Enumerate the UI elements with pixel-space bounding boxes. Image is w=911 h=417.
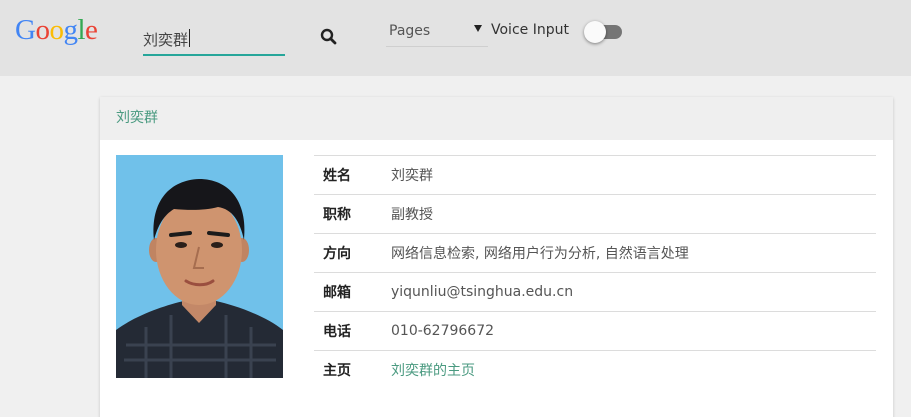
info-key: 电话 <box>323 324 351 340</box>
voice-input-label: Voice Input <box>491 22 569 38</box>
info-row-name: 姓名 刘奕群 <box>314 155 876 194</box>
logo-letter: o <box>35 14 50 46</box>
info-key: 姓名 <box>323 168 351 184</box>
logo-letter: e <box>85 14 98 46</box>
logo-letter: g <box>63 14 78 46</box>
pages-select[interactable]: Pages <box>386 17 488 47</box>
voice-input-toggle[interactable] <box>584 21 622 43</box>
info-value: 副教授 <box>391 207 433 223</box>
info-key: 邮箱 <box>323 285 351 301</box>
info-row-title: 职称 副教授 <box>314 194 876 233</box>
info-value: yiqunliu@tsinghua.edu.cn <box>391 284 574 300</box>
card-title: 刘奕群 <box>100 97 893 140</box>
text-caret <box>189 29 190 47</box>
logo-letter: o <box>49 14 64 46</box>
info-value: 刘奕群 <box>391 168 433 184</box>
info-value: 网络信息检索, 网络用户行为分析, 自然语言处理 <box>391 246 689 262</box>
homepage-link[interactable]: 刘奕群的主页 <box>391 360 475 380</box>
portrait-photo <box>116 155 283 378</box>
logo-letter: l <box>77 14 86 46</box>
logo-letter: G <box>15 14 36 46</box>
info-row-research: 方向 网络信息检索, 网络用户行为分析, 自然语言处理 <box>314 233 876 272</box>
google-logo[interactable]: Google <box>15 14 98 46</box>
pages-select-value: Pages <box>389 23 431 39</box>
info-key: 主页 <box>323 363 351 379</box>
info-table: 姓名 刘奕群 职称 副教授 方向 网络信息检索, 网络用户行为分析, 自然语言处… <box>314 155 876 389</box>
info-row-homepage: 主页 刘奕群的主页 <box>314 350 876 389</box>
profile-card: 刘奕群 姓名 刘奕群 职称 副教授 方向 网络信息检索, 网络用户行为分析, 自… <box>100 97 893 417</box>
info-value: 010-62796672 <box>391 323 495 339</box>
toggle-knob[interactable] <box>584 21 606 43</box>
dropdown-arrow-icon <box>474 25 482 32</box>
info-key: 方向 <box>323 246 351 262</box>
search-input[interactable] <box>143 26 285 52</box>
search-field[interactable] <box>143 22 285 56</box>
top-bar: Google Pages Voice Input <box>0 0 911 76</box>
info-row-phone: 电话 010-62796672 <box>314 311 876 350</box>
search-button[interactable] <box>318 27 340 47</box>
search-icon <box>320 28 337 45</box>
portrait-illustration <box>116 155 283 378</box>
info-row-email: 邮箱 yiqunliu@tsinghua.edu.cn <box>314 272 876 311</box>
info-key: 职称 <box>323 207 351 223</box>
